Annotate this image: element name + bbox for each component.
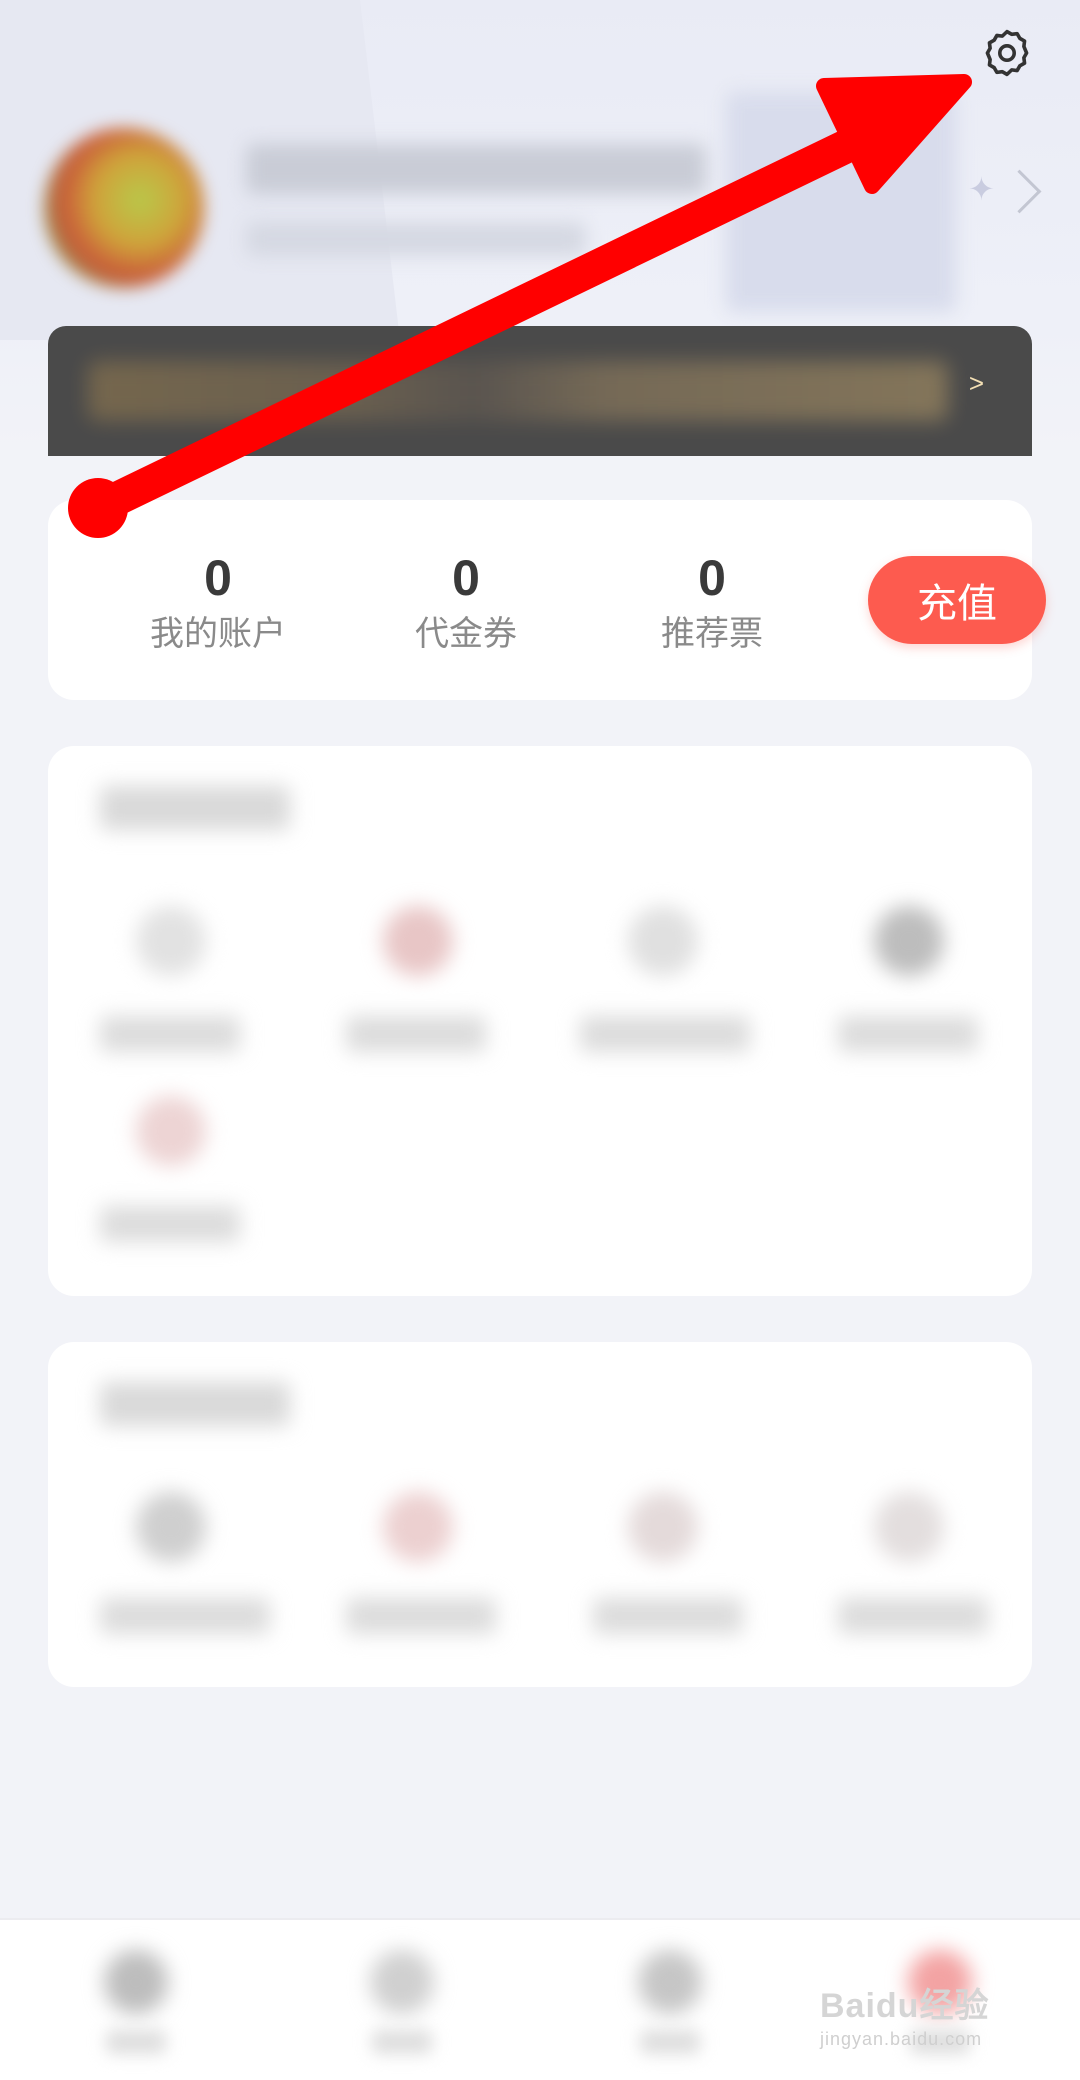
service-icon[interactable] [136,1096,206,1166]
stat-label: 推荐票 [661,615,763,653]
watermark: Baidu经验 jingyan.baidu.com [820,1978,989,2050]
account-stats-card: 0 我的账户 0 代金券 0 推荐票 充值 [48,500,1046,700]
profile-banner-redacted [726,92,956,312]
service-label-redacted [580,1016,750,1052]
watermark-brand: Baidu经验 [820,1987,990,2025]
stat-value: 0 [204,550,232,606]
recharge-button[interactable]: 充值 [868,556,1046,644]
stat-value: 0 [698,550,726,606]
stat-label: 代金券 [415,615,517,653]
service-icon[interactable] [874,906,944,976]
user-info-redacted [246,222,586,256]
stat-label: 我的账户 [150,615,286,653]
service-icon[interactable] [874,1492,944,1562]
service-icon[interactable] [628,1492,698,1562]
service-label-redacted [346,1598,496,1634]
gear-icon [985,29,1029,77]
service-label-redacted [838,1598,988,1634]
section-title-redacted [100,786,290,830]
avatar[interactable] [44,128,204,288]
service-label-redacted [100,1016,240,1052]
stat-value: 0 [452,550,480,606]
service-icon[interactable] [136,1492,206,1562]
vip-banner[interactable]: > [48,326,1032,456]
stat-recommend-tickets[interactable]: 0 推荐票 [612,548,812,656]
vip-arrow: > [968,368,984,398]
sparkle-icon: ✦ [968,171,995,207]
tab-icon[interactable] [104,1950,168,2014]
tab-icon[interactable] [370,1950,434,2014]
vip-banner-text-redacted [88,361,948,421]
service-icon[interactable] [383,906,453,976]
blurred-content [48,746,1032,1296]
username-redacted [246,144,706,194]
service-label-redacted [100,1206,240,1242]
services-card-2 [48,1342,1032,1687]
tab-label-redacted [372,2030,432,2054]
service-icon[interactable] [383,1492,453,1562]
services-card-1 [48,746,1032,1296]
service-label-redacted [346,1016,486,1052]
tab-label-redacted [640,2030,700,2054]
tab-label-redacted [106,2030,166,2054]
service-label-redacted [838,1016,978,1052]
service-icon[interactable] [628,906,698,976]
stat-vouchers[interactable]: 0 代金券 [366,548,566,656]
service-icon[interactable] [136,906,206,976]
blurred-content [48,1342,1032,1687]
section-title-redacted [100,1382,290,1426]
tab-icon[interactable] [638,1950,702,2014]
watermark-url: jingyan.baidu.com [820,2029,983,2049]
stat-my-account[interactable]: 0 我的账户 [118,548,318,656]
service-label-redacted [593,1598,743,1634]
settings-button[interactable] [976,22,1038,84]
service-label-redacted [100,1598,270,1634]
